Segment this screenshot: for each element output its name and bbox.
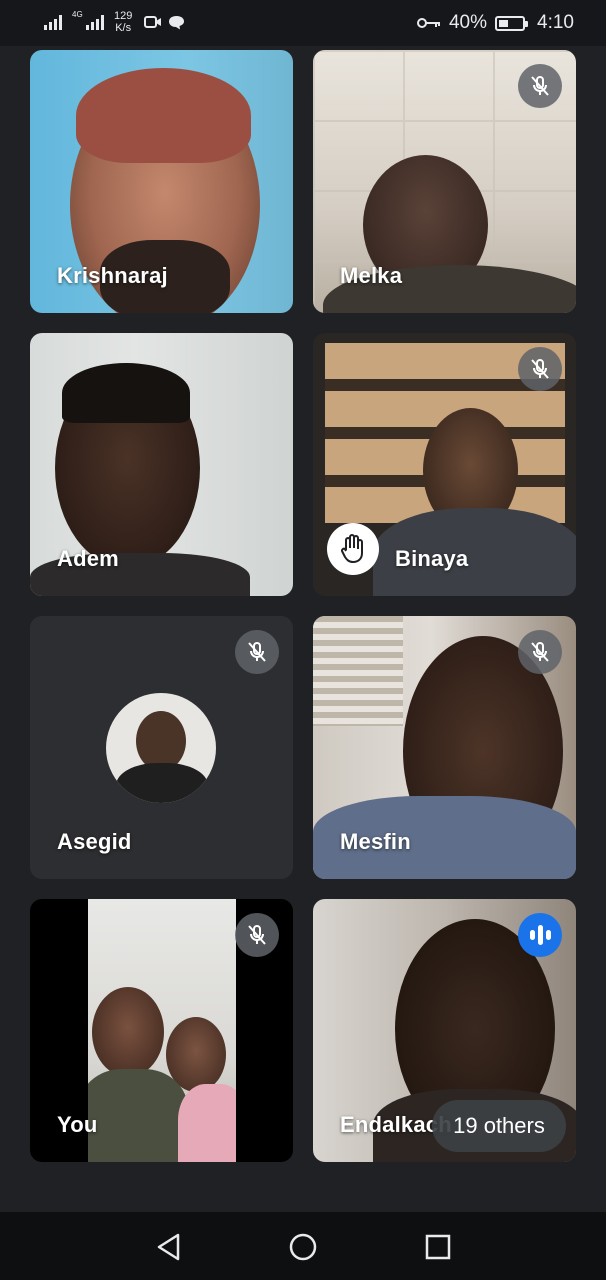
mic-off-icon	[518, 64, 562, 108]
key-icon	[416, 18, 440, 28]
participant-name: Asegid	[57, 829, 132, 854]
self-view-video	[88, 899, 236, 1162]
participant-tile-asegid[interactable]: Asegid	[30, 616, 293, 879]
mic-off-icon	[518, 630, 562, 674]
navigation-bar	[0, 1212, 606, 1280]
mic-off-icon	[518, 347, 562, 391]
home-icon[interactable]	[286, 1230, 320, 1264]
hair	[62, 363, 190, 423]
speaking-indicator-icon	[518, 913, 562, 957]
participant-tile-binaya[interactable]: Binaya	[313, 333, 576, 596]
recents-icon[interactable]	[421, 1230, 455, 1264]
signal-4g-icon: 4G	[72, 10, 104, 30]
battery-percent: 40%	[448, 12, 488, 33]
status-bar: 4G 129 K/s 40% 4:10	[0, 0, 606, 46]
participant-name: Krishnaraj	[57, 263, 168, 288]
participant-tile-you[interactable]: You	[30, 899, 293, 1162]
others-button[interactable]: 19 others	[432, 1100, 566, 1152]
cap	[76, 68, 251, 163]
participant-name: Binaya	[395, 546, 469, 571]
participant-name: Mesfin	[340, 829, 411, 854]
railing	[313, 616, 403, 726]
avatar	[106, 693, 216, 803]
participant-name: You	[57, 1112, 98, 1137]
participant-tile-krishnaraj[interactable]: Krishnaraj	[30, 50, 293, 313]
participant-tile-melka[interactable]: Melka	[313, 50, 576, 313]
network-speed: 129 K/s	[114, 10, 133, 34]
participant-tile-mesfin[interactable]: Mesfin	[313, 616, 576, 879]
raised-hand-icon	[327, 523, 379, 575]
mic-off-icon	[235, 913, 279, 957]
participant-tile-adem[interactable]: Adem	[30, 333, 293, 596]
chat-icon	[169, 15, 185, 29]
participant-name: Melka	[340, 263, 403, 288]
back-icon[interactable]	[152, 1230, 186, 1264]
network-type-label: 4G	[72, 10, 83, 19]
clock: 4:10	[537, 12, 574, 33]
participant-name: Adem	[57, 546, 119, 571]
signal-icon	[44, 14, 62, 30]
mic-off-icon	[235, 630, 279, 674]
battery-icon	[495, 15, 529, 31]
video-icon	[144, 16, 162, 28]
